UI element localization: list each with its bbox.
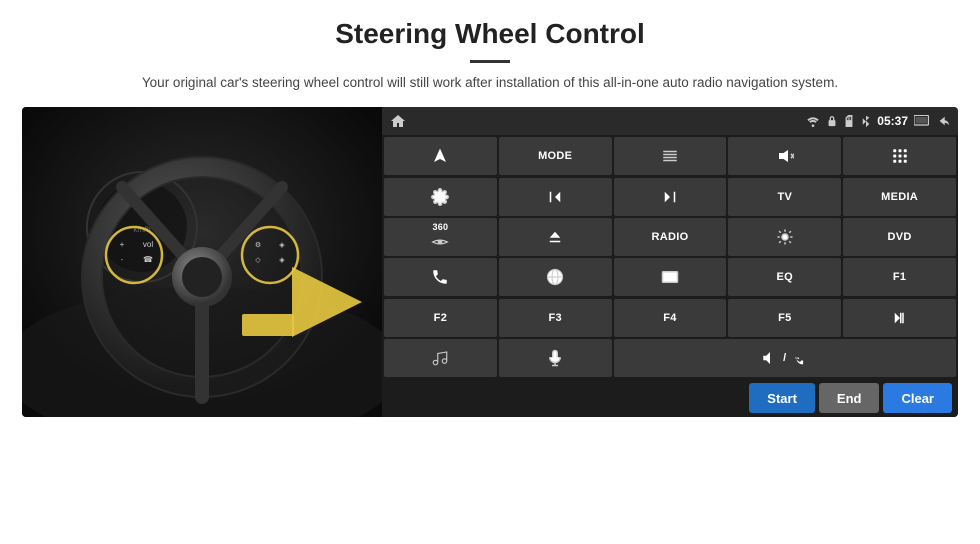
svg-text:◇: ◇ (255, 257, 261, 264)
title-divider (470, 60, 510, 63)
btn-window[interactable] (614, 258, 727, 296)
btn-music[interactable] (384, 339, 497, 377)
clear-button[interactable]: Clear (883, 383, 952, 413)
btn-vol-toggle[interactable]: / (614, 339, 956, 377)
screen-icon (914, 115, 930, 127)
btn-mic[interactable] (499, 339, 612, 377)
radio-panel: 05:37 MODE (382, 107, 958, 417)
btn-media[interactable]: MEDIA (843, 178, 956, 216)
btn-360[interactable]: 360 (384, 218, 497, 256)
btn-dvd[interactable]: DVD (843, 218, 956, 256)
status-left (390, 114, 406, 128)
svg-text:+: + (120, 240, 125, 249)
btn-eq[interactable]: EQ (728, 258, 841, 296)
btn-prev[interactable] (499, 178, 612, 216)
btn-brightness[interactable] (728, 218, 841, 256)
back-icon (936, 115, 950, 127)
svg-text:vol: vol (143, 240, 153, 249)
btn-apps[interactable] (843, 137, 956, 175)
btn-settings[interactable] (384, 178, 497, 216)
btn-list[interactable] (614, 137, 727, 175)
button-grid: MODE (382, 135, 958, 379)
steering-wheel-image: km/h + vol - ☎ ⚙ ◈ ◇ ◈ (22, 107, 382, 417)
sdcard-icon (843, 115, 855, 127)
btn-f2[interactable]: F2 (384, 299, 497, 337)
btn-mode[interactable]: MODE (499, 137, 612, 175)
page-title: Steering Wheel Control (0, 0, 980, 56)
status-right: 05:37 (805, 114, 950, 128)
lock-icon (827, 115, 837, 127)
btn-f5[interactable]: F5 (728, 299, 841, 337)
wifi-icon (805, 115, 821, 127)
btn-browse[interactable] (499, 258, 612, 296)
svg-text:☎: ☎ (143, 255, 153, 264)
btn-f3[interactable]: F3 (499, 299, 612, 337)
btn-nav[interactable] (384, 137, 497, 175)
time-display: 05:37 (877, 114, 908, 128)
subtitle: Your original car's steering wheel contr… (0, 73, 980, 93)
btn-playpause[interactable] (843, 299, 956, 337)
svg-text:◈: ◈ (279, 242, 285, 249)
btn-f1[interactable]: F1 (843, 258, 956, 296)
btn-tv[interactable]: TV (728, 178, 841, 216)
start-button[interactable]: Start (749, 383, 815, 413)
end-button[interactable]: End (819, 383, 880, 413)
bluetooth-icon (861, 115, 871, 128)
status-bar: 05:37 (382, 107, 958, 135)
content-area: km/h + vol - ☎ ⚙ ◈ ◇ ◈ (0, 107, 980, 417)
svg-text:⚙: ⚙ (255, 241, 261, 249)
home-status-icon (390, 114, 406, 128)
bottom-controls: Start End Clear (382, 379, 958, 417)
svg-text:◈: ◈ (279, 257, 285, 264)
btn-mute[interactable] (728, 137, 841, 175)
btn-eject[interactable] (499, 218, 612, 256)
btn-radio[interactable]: RADIO (614, 218, 727, 256)
btn-f4[interactable]: F4 (614, 299, 727, 337)
btn-next[interactable] (614, 178, 727, 216)
btn-phone[interactable] (384, 258, 497, 296)
